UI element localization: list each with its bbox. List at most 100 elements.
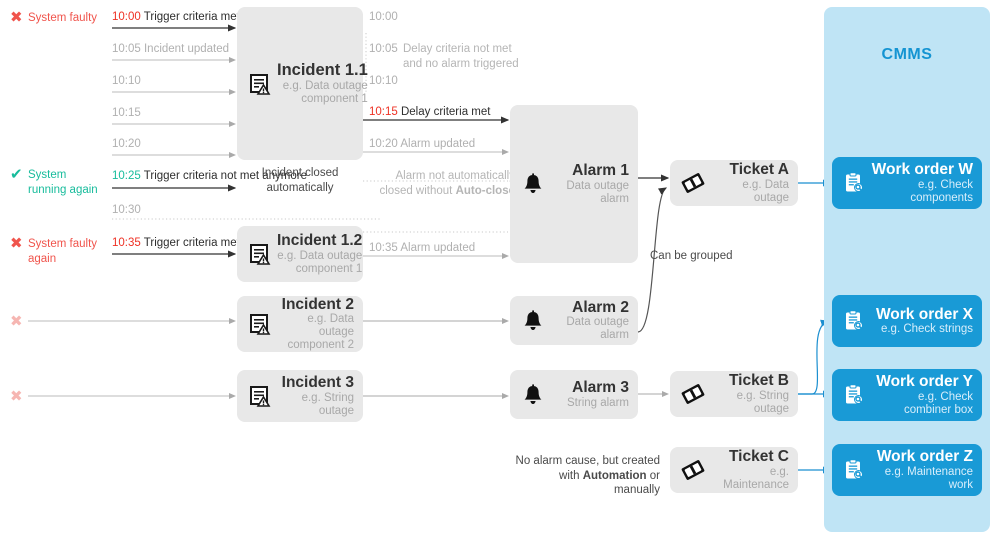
timestamp: 10:30 [112, 204, 141, 216]
node-title: Incident 1.1 [277, 61, 368, 80]
node-title: Incident 3 [281, 374, 354, 392]
node-text: Alarm 3 String alarm [550, 379, 638, 409]
note-line-2a: closed without [379, 184, 456, 197]
node-text: Incident 3 e.g. String outage [277, 374, 363, 417]
status-label-system-running-again: System running again [28, 169, 98, 196]
clipboard-work-order-icon [837, 459, 871, 481]
node-alarm-2[interactable]: Alarm 2 Data outage alarm [510, 296, 638, 345]
alarm-delay-note: Delay criteria not met and no alarm trig… [403, 43, 519, 70]
node-text: Incident 1.2 e.g. Data outage component … [277, 232, 371, 275]
alarm-not-auto-closed-note: Alarm not automatically closed without A… [369, 169, 516, 198]
timestamp: 10:25 [112, 170, 141, 182]
node-incident-2[interactable]: Incident 2 e.g. Data outage component 2 [237, 296, 363, 352]
node-text: Work order X e.g. Check strings [871, 306, 982, 336]
node-ticket-b[interactable]: Ticket B e.g. String outage [670, 371, 798, 417]
x-mark-icon: ✖ [10, 313, 23, 330]
node-work-order-w[interactable]: Work order W e.g. Check components [832, 157, 982, 209]
node-ticket-c[interactable]: Ticket C e.g. Maintenance [670, 447, 798, 493]
node-subtitle-1: Data outage alarm [566, 179, 629, 205]
node-subtitle-1: e.g. Maintenance work [884, 465, 973, 491]
node-text: Ticket C e.g. Maintenance [712, 448, 798, 491]
node-subtitle-1: e.g. Check combiner box [903, 390, 973, 416]
x-mark-icon: ✖ [10, 388, 23, 405]
timeline-entry-1025: 10:25 Trigger criteria not met anymore [112, 169, 307, 183]
node-work-order-x[interactable]: Work order X e.g. Check strings [832, 295, 982, 347]
node-subtitle-1: e.g. String [301, 391, 354, 404]
node-subtitle-1: e.g. Data outage [282, 79, 368, 92]
node-subtitle-2: component 1 [301, 92, 368, 105]
timestamp: 10:20 [369, 138, 398, 150]
node-alarm-1[interactable]: Alarm 1 Data outage alarm [510, 105, 638, 263]
timeline-entry-1030: 10:30 [112, 203, 141, 217]
alarm-timeline-entry-1005: 10:05 [369, 42, 398, 56]
node-text: Incident 1.1 e.g. Data outage component … [277, 61, 377, 105]
timeline-desc: Incident updated [143, 43, 230, 55]
node-subtitle-1: Data outage alarm [566, 316, 629, 342]
node-incident-3[interactable]: Incident 3 e.g. String outage [237, 370, 363, 422]
check-mark-icon: ✔ [10, 166, 23, 183]
timeline-entry-1000: 10:00 Trigger criteria met [112, 10, 240, 24]
ticket-icon [674, 383, 712, 405]
x-mark-icon: ✖ [10, 235, 23, 252]
no-alarm-cause-note: No alarm cause, but created with Automat… [512, 454, 660, 498]
node-title: Work order Y [876, 373, 973, 391]
x-mark-icon: ✖ [10, 9, 23, 26]
timestamp: 10:35 [369, 242, 398, 254]
incident-document-icon [243, 73, 277, 95]
node-work-order-z[interactable]: Work order Z e.g. Maintenance work [832, 444, 982, 496]
node-subtitle-1: e.g. Data outage [307, 313, 354, 339]
node-title: Alarm 3 [572, 379, 629, 397]
node-incident-1-1[interactable]: Incident 1.1 e.g. Data outage component … [237, 7, 368, 160]
clipboard-work-order-icon [837, 310, 871, 332]
node-alarm-3[interactable]: Alarm 3 String alarm [510, 370, 638, 419]
node-work-order-y[interactable]: Work order Y e.g. Check combiner box [832, 369, 982, 421]
node-title: Alarm 2 [572, 298, 629, 316]
node-subtitle-1: e.g. Data outage [277, 249, 363, 262]
node-title: Work order W [871, 161, 973, 179]
bell-icon [516, 383, 550, 406]
note-line-1: Alarm not automatically [395, 170, 515, 182]
node-ticket-a[interactable]: Ticket A e.g. Data outage [670, 160, 798, 206]
node-title: Alarm 1 [572, 162, 629, 180]
incident-closed-text: Incident closed automatically [261, 167, 339, 194]
alarm-timeline-entry-1035: 10:35 Alarm updated [369, 241, 475, 255]
node-text: Ticket B e.g. String outage [712, 372, 798, 415]
node-title: Ticket C [728, 448, 789, 466]
node-text: Work order Y e.g. Check combiner box [871, 373, 982, 416]
note-line-2a: with [559, 469, 583, 482]
node-title: Ticket B [728, 372, 789, 390]
incident-document-icon [243, 313, 277, 335]
ticket-icon [674, 459, 712, 481]
timeline-desc: Alarm updated [400, 138, 476, 150]
bell-icon [516, 309, 550, 332]
node-subtitle-2: component 2 [287, 339, 355, 352]
node-incident-1-2[interactable]: Incident 1.2 e.g. Data outage component … [237, 226, 363, 282]
note-line-1: No alarm cause, but created [515, 455, 660, 467]
node-subtitle-1: e.g. Data outage [742, 178, 789, 204]
node-title: Incident 2 [281, 296, 354, 313]
node-text: Work order W e.g. Check components [871, 161, 982, 204]
node-text: Alarm 2 Data outage alarm [550, 299, 638, 342]
timeline-entry-1005: 10:05 Incident updated [112, 42, 229, 56]
timestamp: 10:05 [112, 43, 141, 55]
status-label-system-faulty: System faulty [28, 12, 98, 24]
node-title: Work order Z [876, 448, 973, 466]
node-subtitle-1: e.g. String outage [736, 389, 789, 415]
node-title: Work order X [875, 305, 973, 323]
timestamp: 10:15 [112, 107, 141, 119]
node-text: Incident 2 e.g. Data outage component 2 [277, 296, 363, 352]
node-subtitle-1: e.g. Check strings [880, 323, 973, 336]
node-subtitle-2: component 1 [295, 262, 363, 275]
node-text: Alarm 1 Data outage alarm [550, 162, 638, 205]
timeline-desc: Trigger criteria met [143, 11, 240, 23]
timestamp: 10:20 [112, 138, 141, 150]
can-be-grouped-note: Can be grouped [650, 250, 733, 262]
node-subtitle-1: String alarm [567, 396, 629, 409]
node-subtitle-2: outage [318, 404, 354, 417]
alarm-timeline-entry-1000: 10:00 [369, 10, 398, 24]
timestamp: 10:00 [112, 11, 141, 23]
timeline-desc: Delay criteria met [400, 106, 491, 118]
node-subtitle-1: e.g. Check components [910, 178, 973, 204]
timeline-entry-1015: 10:15 [112, 106, 141, 120]
node-title: Incident 1.2 [277, 232, 363, 250]
